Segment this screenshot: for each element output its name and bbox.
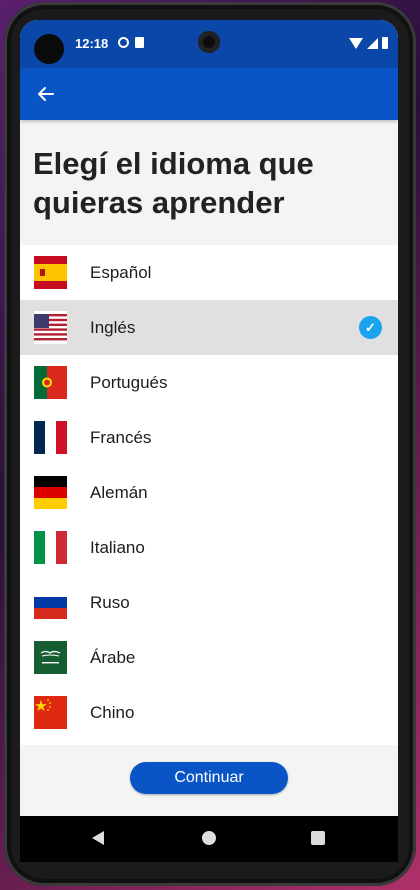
system-icons bbox=[349, 37, 388, 49]
status-bar: 12:18 bbox=[20, 20, 398, 68]
page-title: Elegí el idioma que quieras aprender bbox=[33, 146, 314, 220]
language-item-german[interactable]: Alemán bbox=[20, 465, 398, 520]
language-label: Inglés bbox=[90, 317, 136, 337]
language-label: Árabe bbox=[90, 647, 136, 667]
language-list: Español Inglés ✓ Portugués Francés Alemá… bbox=[20, 245, 398, 745]
russia-flag-icon bbox=[34, 586, 67, 619]
language-item-chinese[interactable]: Chino bbox=[20, 685, 398, 740]
language-item-russian[interactable]: Ruso bbox=[20, 575, 398, 630]
language-item-arabic[interactable]: Árabe bbox=[20, 630, 398, 685]
saudi-arabia-flag-icon bbox=[34, 641, 67, 674]
check-icon: ✓ bbox=[359, 316, 382, 339]
app-bar bbox=[20, 68, 398, 120]
language-label: Español bbox=[90, 262, 152, 282]
language-item-italian[interactable]: Italiano bbox=[20, 520, 398, 575]
usa-flag-icon bbox=[34, 311, 67, 344]
data-saver-icon bbox=[118, 37, 129, 48]
language-item-spanish[interactable]: Español bbox=[20, 245, 398, 300]
continue-button[interactable]: Continuar bbox=[130, 762, 288, 794]
status-time: 12:18 bbox=[75, 36, 109, 51]
punch-hole bbox=[34, 34, 64, 64]
sim-card-icon bbox=[135, 37, 144, 48]
language-item-portuguese[interactable]: Portugués bbox=[20, 355, 398, 410]
wifi-icon bbox=[349, 37, 363, 49]
screen: 12:18 Elegí el idioma que quieras aprend… bbox=[20, 20, 398, 862]
nav-home-icon[interactable] bbox=[202, 831, 216, 845]
spain-flag-icon bbox=[34, 256, 67, 289]
language-item-french[interactable]: Francés bbox=[20, 410, 398, 465]
language-item-english[interactable]: Inglés ✓ bbox=[20, 300, 398, 355]
language-label: Ruso bbox=[90, 592, 130, 612]
back-button[interactable] bbox=[30, 78, 62, 110]
system-nav-bar bbox=[20, 816, 398, 862]
italy-flag-icon bbox=[34, 531, 67, 564]
china-flag-icon bbox=[34, 696, 67, 729]
france-flag-icon bbox=[34, 421, 67, 454]
language-label: Alemán bbox=[90, 482, 148, 502]
language-label: Chino bbox=[90, 702, 135, 722]
front-camera bbox=[198, 31, 220, 53]
signal-icon bbox=[367, 37, 378, 49]
portugal-flag-icon bbox=[34, 366, 67, 399]
germany-flag-icon bbox=[34, 476, 67, 509]
battery-icon bbox=[382, 37, 388, 49]
nav-recents-icon[interactable] bbox=[311, 831, 325, 845]
language-label: Francés bbox=[90, 427, 152, 447]
arrow-left-icon bbox=[38, 87, 54, 101]
nav-back-icon[interactable] bbox=[92, 831, 104, 845]
language-label: Italiano bbox=[90, 537, 145, 557]
notification-icons bbox=[118, 37, 144, 48]
language-label: Portugués bbox=[90, 372, 168, 392]
